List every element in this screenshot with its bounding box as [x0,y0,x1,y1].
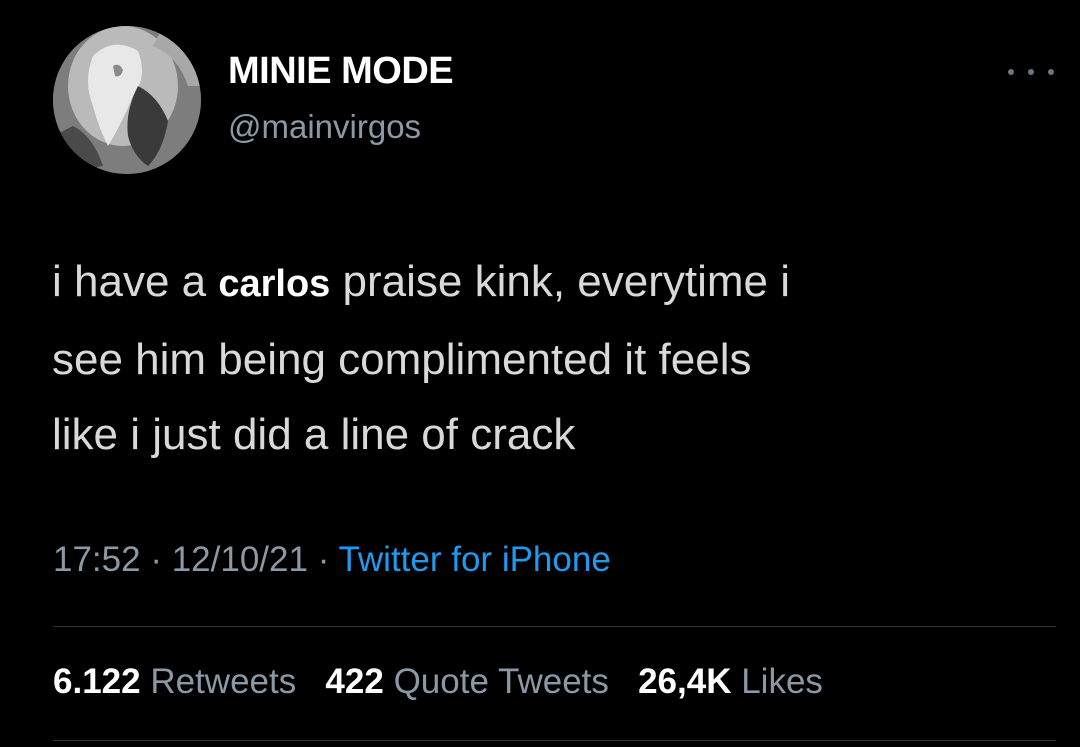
likes-count: 26,4K [638,662,732,701]
divider [53,740,1056,741]
divider [53,626,1056,627]
tweet-line-3: like i just did a line of crack [52,410,576,459]
retweets-label: Retweets [150,662,297,701]
retweets-stat[interactable]: 6.122 Retweets [53,662,296,701]
highlighted-word: carlos [218,263,331,305]
meta-separator: · [317,540,330,579]
avatar[interactable] [53,26,201,174]
tweet-card: MINIE MODE @mainvirgos i have a carlos p… [0,0,1080,747]
engagement-stats: 6.122 Retweets 422 Quote Tweets 26,4K Li… [53,662,823,702]
avatar-image [53,26,201,174]
more-dot [1028,69,1034,75]
tweet-time[interactable]: 17:52 [53,540,141,579]
likes-label: Likes [741,662,823,701]
more-dot [1048,69,1054,75]
more-options-icon[interactable] [1008,60,1054,84]
likes-stat[interactable]: 26,4K Likes [638,662,823,701]
tweet-text-start: i have a [52,257,219,306]
quote-tweets-stat[interactable]: 422 Quote Tweets [325,662,608,701]
tweet-text-rest: praise kink, everytime i [330,257,791,306]
display-name[interactable]: MINIE MODE [228,50,454,93]
quotes-count: 422 [325,662,384,701]
more-dot [1008,69,1014,75]
tweet-meta: 17:52 · 12/10/21 · Twitter for iPhone [53,540,611,580]
tweet-line-2: see him being complimented it feels [52,335,752,384]
tweet-date[interactable]: 12/10/21 [172,540,308,579]
quotes-label: Quote Tweets [393,662,609,701]
meta-separator: · [150,540,162,579]
tweet-line-1: i have a carlos praise kink, everytime i [52,244,1052,322]
tweet-text: i have a carlos praise kink, everytime i… [52,244,1052,472]
user-handle[interactable]: @mainvirgos [228,108,421,146]
tweet-source-link[interactable]: Twitter for iPhone [338,540,610,579]
retweets-count: 6.122 [53,662,141,701]
